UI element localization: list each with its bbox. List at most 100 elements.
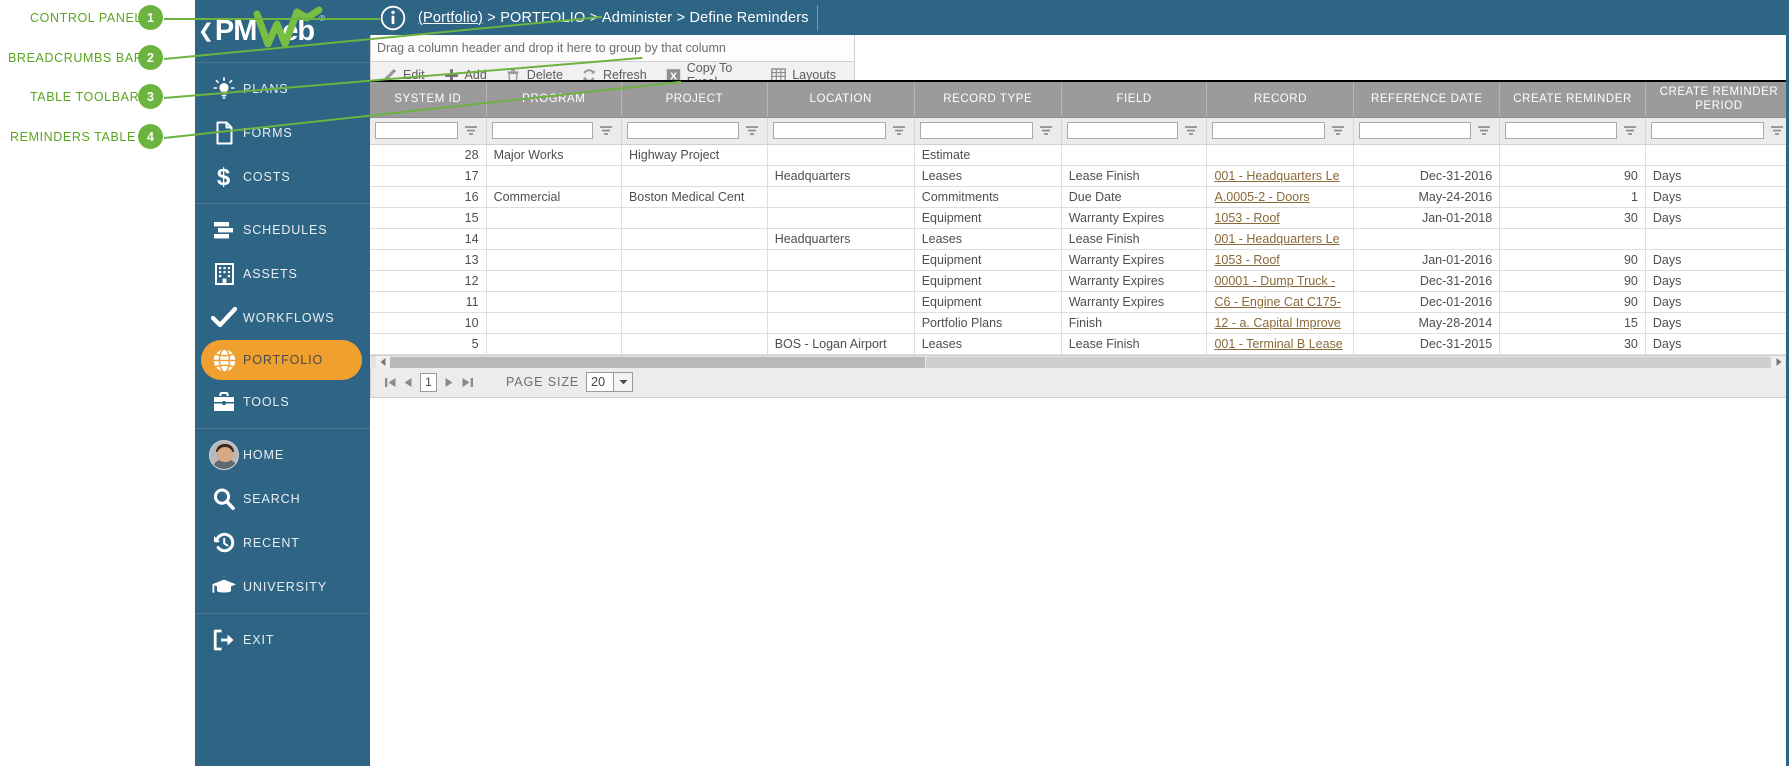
sidebar-item-assets[interactable]: ASSETS [195, 252, 370, 296]
column-header[interactable]: PROJECT [621, 81, 767, 117]
column-header[interactable]: RECORD [1207, 81, 1354, 117]
table-row[interactable]: 15EquipmentWarranty Expires1053 - RoofJa… [370, 207, 1789, 228]
record-link[interactable]: 001 - Headquarters Le [1214, 232, 1339, 246]
filter-input[interactable] [1067, 122, 1179, 139]
cell-record: 1053 - Roof [1207, 249, 1354, 270]
breadcrumb-part-portfolio[interactable]: PORTFOLIO [500, 10, 585, 26]
table-row[interactable]: 17HeadquartersLeasesLease Finish001 - He… [370, 165, 1789, 186]
record-link[interactable]: 12 - a. Capital Improve [1214, 316, 1340, 330]
sidebar-item-workflows[interactable]: WORKFLOWS [195, 296, 370, 340]
column-header[interactable]: RECORD TYPE [914, 81, 1061, 117]
scroll-right-icon[interactable] [1771, 356, 1785, 369]
page-size-value[interactable]: 20 [586, 372, 614, 392]
sidebar-item-costs[interactable]: $ COSTS [195, 155, 370, 199]
previous-page-button[interactable] [399, 372, 417, 392]
column-filter-cell[interactable] [1061, 117, 1207, 144]
sidebar-item-schedules[interactable]: SCHEDULES [195, 208, 370, 252]
column-filter-cell[interactable] [1354, 117, 1500, 144]
filter-input[interactable] [1505, 122, 1617, 139]
filter-funnel-icon[interactable] [461, 125, 481, 136]
page-size-dropdown-icon[interactable] [614, 372, 633, 392]
column-filter-cell[interactable] [1207, 117, 1354, 144]
group-by-dropzone[interactable]: Drag a column header and drop it here to… [370, 35, 855, 62]
column-filter-cell[interactable] [486, 117, 621, 144]
filter-input[interactable] [773, 122, 886, 139]
column-filter-cell[interactable] [1500, 117, 1646, 144]
first-page-button[interactable] [381, 372, 399, 392]
app-logo[interactable]: ❮ PMWeb ® [195, 0, 370, 63]
grid-table: SYSTEM IDPROGRAMPROJECTLOCATIONRECORD TY… [370, 80, 1789, 355]
scrollbar-thumb[interactable] [390, 357, 925, 368]
filter-funnel-icon[interactable] [889, 125, 909, 136]
filter-funnel-icon[interactable] [1036, 125, 1056, 136]
horizontal-scrollbar[interactable] [370, 355, 1789, 368]
column-header[interactable]: SYSTEM ID [370, 81, 486, 117]
scroll-left-icon[interactable] [376, 356, 390, 369]
table-row[interactable]: 28Major WorksHighway ProjectEstimate [370, 144, 1789, 165]
annotation-label: BREADCRUMBS BAR [8, 51, 130, 65]
filter-input[interactable] [1359, 122, 1471, 139]
record-link[interactable]: 001 - Headquarters Le [1214, 169, 1339, 183]
column-filter-cell[interactable] [914, 117, 1061, 144]
column-header[interactable]: LOCATION [767, 81, 914, 117]
filter-input[interactable] [492, 122, 593, 139]
filter-input[interactable] [920, 122, 1033, 139]
annotation-label: REMINDERS TABLE [10, 130, 130, 144]
sidebar-item-home[interactable]: HOME [195, 433, 370, 477]
nav-group-4: EXIT [195, 614, 370, 666]
record-link[interactable]: C6 - Engine Cat C175- [1214, 295, 1340, 309]
sidebar-item-label: ASSETS [243, 267, 298, 281]
record-link[interactable]: A.0005-2 - Doors [1214, 190, 1309, 204]
column-filter-cell[interactable] [1645, 117, 1789, 144]
sidebar-item-plans[interactable]: PLANS [195, 67, 370, 111]
filter-funnel-icon[interactable] [1181, 125, 1201, 136]
filter-input[interactable] [1651, 122, 1764, 139]
filter-input[interactable] [375, 122, 458, 139]
record-link[interactable]: 1053 - Roof [1214, 253, 1279, 267]
current-page-number[interactable]: 1 [420, 373, 437, 392]
column-header[interactable]: CREATE REMINDER PERIOD [1645, 81, 1789, 117]
sidebar-item-forms[interactable]: FORMS [195, 111, 370, 155]
record-link[interactable]: 001 - Terminal B Lease [1214, 337, 1342, 351]
column-header[interactable]: CREATE REMINDER [1500, 81, 1646, 117]
sidebar-item-recent[interactable]: RECENT [195, 521, 370, 565]
filter-funnel-icon[interactable] [596, 125, 616, 136]
column-filter-cell[interactable] [621, 117, 767, 144]
sidebar-item-portfolio[interactable]: PORTFOLIO [201, 340, 362, 380]
filter-funnel-icon[interactable] [742, 125, 762, 136]
sidebar-item-search[interactable]: SEARCH [195, 477, 370, 521]
record-link[interactable]: 1053 - Roof [1214, 211, 1279, 225]
column-header[interactable]: REFERENCE DATE [1354, 81, 1500, 117]
cell-record_type: Equipment [914, 249, 1061, 270]
filter-funnel-icon[interactable] [1328, 125, 1348, 136]
cell-create_reminder: 1 [1500, 186, 1646, 207]
svg-text:$: $ [217, 164, 231, 190]
filter-input[interactable] [627, 122, 739, 139]
column-header[interactable]: PROGRAM [486, 81, 621, 117]
table-row[interactable]: 5BOS - Logan AirportLeasesLease Finish00… [370, 333, 1789, 354]
filter-funnel-icon[interactable] [1620, 125, 1640, 136]
breadcrumb-part-administer[interactable]: Administer [602, 10, 673, 26]
sidebar-item-exit[interactable]: EXIT [195, 618, 370, 662]
column-header[interactable]: FIELD [1061, 81, 1207, 117]
table-row[interactable]: 13EquipmentWarranty Expires1053 - RoofJa… [370, 249, 1789, 270]
scrollbar-track[interactable] [926, 357, 1771, 368]
sidebar-item-tools[interactable]: TOOLS [195, 380, 370, 424]
filter-funnel-icon[interactable] [1767, 125, 1787, 136]
sidebar-item-university[interactable]: UNIVERSITY [195, 565, 370, 609]
last-page-button[interactable] [458, 372, 476, 392]
record-link[interactable]: 00001 - Dump Truck - [1214, 274, 1335, 288]
table-row[interactable]: 12EquipmentWarranty Expires00001 - Dump … [370, 270, 1789, 291]
table-row[interactable]: 10Portfolio PlansFinish12 - a. Capital I… [370, 312, 1789, 333]
table-row[interactable]: 14HeadquartersLeasesLease Finish001 - He… [370, 228, 1789, 249]
filter-funnel-icon[interactable] [1474, 125, 1494, 136]
column-filter-cell[interactable] [767, 117, 914, 144]
filter-input[interactable] [1212, 122, 1325, 139]
table-row[interactable]: 16CommercialBoston Medical CentCommitmen… [370, 186, 1789, 207]
next-page-button[interactable] [440, 372, 458, 392]
collapse-sidebar-icon[interactable]: ❮ [198, 22, 214, 41]
breadcrumb-root-link[interactable]: (Portfolio) [418, 10, 483, 26]
table-row[interactable]: 11EquipmentWarranty ExpiresC6 - Engine C… [370, 291, 1789, 312]
info-icon[interactable] [380, 5, 406, 31]
column-filter-cell[interactable] [370, 117, 486, 144]
